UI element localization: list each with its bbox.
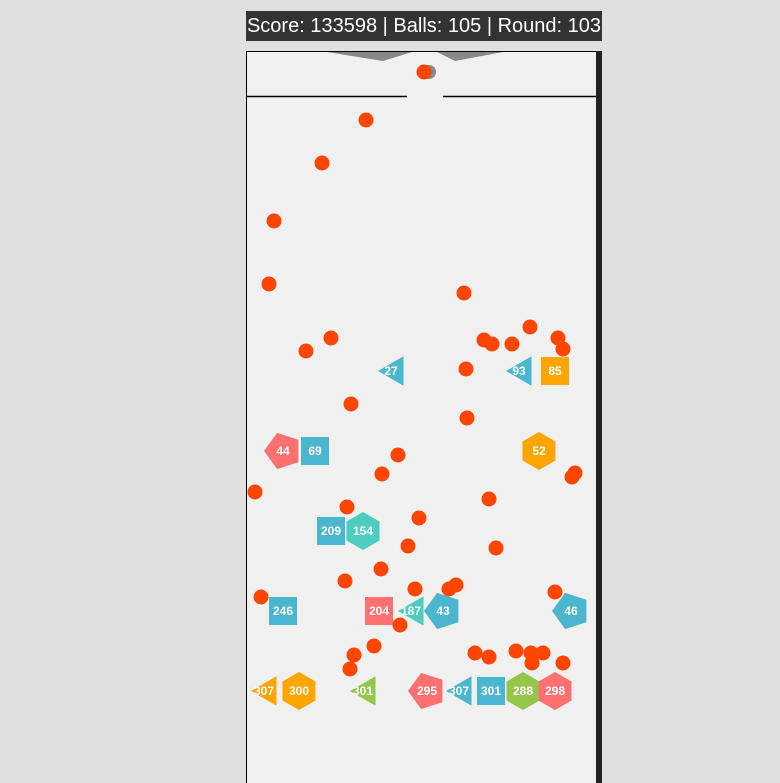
- block-value-label: 288: [513, 684, 533, 698]
- ball: [467, 645, 483, 661]
- block-value-label: 300: [289, 684, 309, 698]
- ball: [411, 510, 427, 526]
- ball: [547, 584, 563, 600]
- ball: [298, 343, 314, 359]
- block-value-label: 46: [564, 604, 578, 618]
- ball: [456, 285, 472, 301]
- block-value-label: 85: [548, 364, 562, 378]
- ball: [392, 617, 408, 633]
- ball: [441, 581, 457, 597]
- ball: [247, 484, 263, 500]
- ball: [390, 447, 406, 463]
- ball: [481, 649, 497, 665]
- ball: [358, 112, 374, 128]
- ball: [253, 589, 269, 605]
- block-value-label: 301: [481, 684, 501, 698]
- ball: [400, 538, 416, 554]
- ball: [323, 330, 339, 346]
- ball: [555, 341, 571, 357]
- right-wall: [596, 51, 602, 783]
- block-value-label: 27: [384, 364, 398, 378]
- block-value-label: 52: [532, 444, 546, 458]
- ball: [346, 647, 362, 663]
- block-value-label: 246: [273, 604, 293, 618]
- ball: [484, 336, 500, 352]
- ball: [407, 581, 423, 597]
- ball: [459, 410, 475, 426]
- block-value-label: 301: [353, 684, 373, 698]
- ball: [373, 561, 389, 577]
- ball: [266, 213, 282, 229]
- block-value-label: 43: [436, 604, 450, 618]
- block-value-label: 187: [401, 604, 421, 618]
- ball: [314, 155, 330, 171]
- block-value-label: 69: [308, 444, 322, 458]
- block-value-label: 307: [254, 684, 274, 698]
- game-board[interactable]: 27 93 85 44 69 52 209 154 246 204 187 43 46 307 300 301…: [0, 0, 780, 783]
- block-value-label: 295: [417, 684, 437, 698]
- block-value-label: 44: [276, 444, 290, 458]
- block-value-label: 298: [545, 684, 565, 698]
- block-value-label: 93: [512, 364, 526, 378]
- ball: [458, 361, 474, 377]
- ball: [366, 638, 382, 654]
- block-value-label: 204: [369, 604, 389, 618]
- ball: [524, 655, 540, 671]
- ball: [564, 469, 580, 485]
- ball: [416, 64, 432, 80]
- block-value-label: 154: [353, 524, 373, 538]
- block-value-label: 209: [321, 524, 341, 538]
- ball: [339, 499, 355, 515]
- ball: [337, 573, 353, 589]
- block-value-label: 307: [449, 684, 469, 698]
- ball: [481, 491, 497, 507]
- ball: [508, 643, 524, 659]
- ball: [504, 336, 520, 352]
- ball: [522, 319, 538, 335]
- ball: [342, 661, 358, 677]
- ball: [343, 396, 359, 412]
- ball: [555, 655, 571, 671]
- ball: [374, 466, 390, 482]
- ball: [261, 276, 277, 292]
- ball: [488, 540, 504, 556]
